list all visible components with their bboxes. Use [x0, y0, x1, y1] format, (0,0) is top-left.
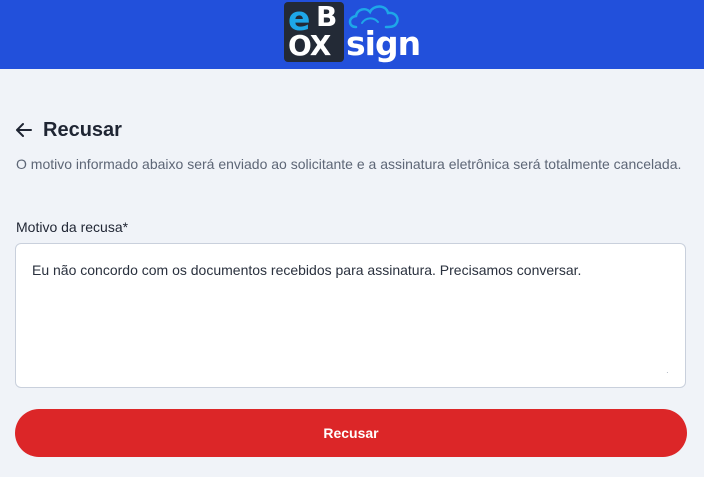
arrow-left-icon[interactable]: [14, 120, 34, 140]
page-title: Recusar: [43, 118, 122, 141]
logo-box: e B OX: [284, 0, 344, 62]
reason-field-label: Motivo da recusa*: [16, 219, 128, 235]
page-description: O motivo informado abaixo será enviado a…: [16, 156, 682, 172]
refuse-button[interactable]: Recusar: [15, 409, 687, 457]
logo-letters-ox: OX: [288, 29, 331, 62]
ebox-sign-logo: e B OX sign: [284, 0, 424, 63]
textarea-resize-handle[interactable]: ·: [666, 369, 670, 377]
reason-label-text: Motivo da recusa: [16, 219, 123, 235]
reason-textarea[interactable]: Eu não concordo com os documentos recebi…: [15, 243, 686, 388]
page-title-row: Recusar: [14, 116, 122, 144]
logo-word-sign: sign: [346, 24, 421, 63]
app-header: e B OX sign: [0, 0, 704, 69]
required-marker: *: [122, 219, 129, 235]
